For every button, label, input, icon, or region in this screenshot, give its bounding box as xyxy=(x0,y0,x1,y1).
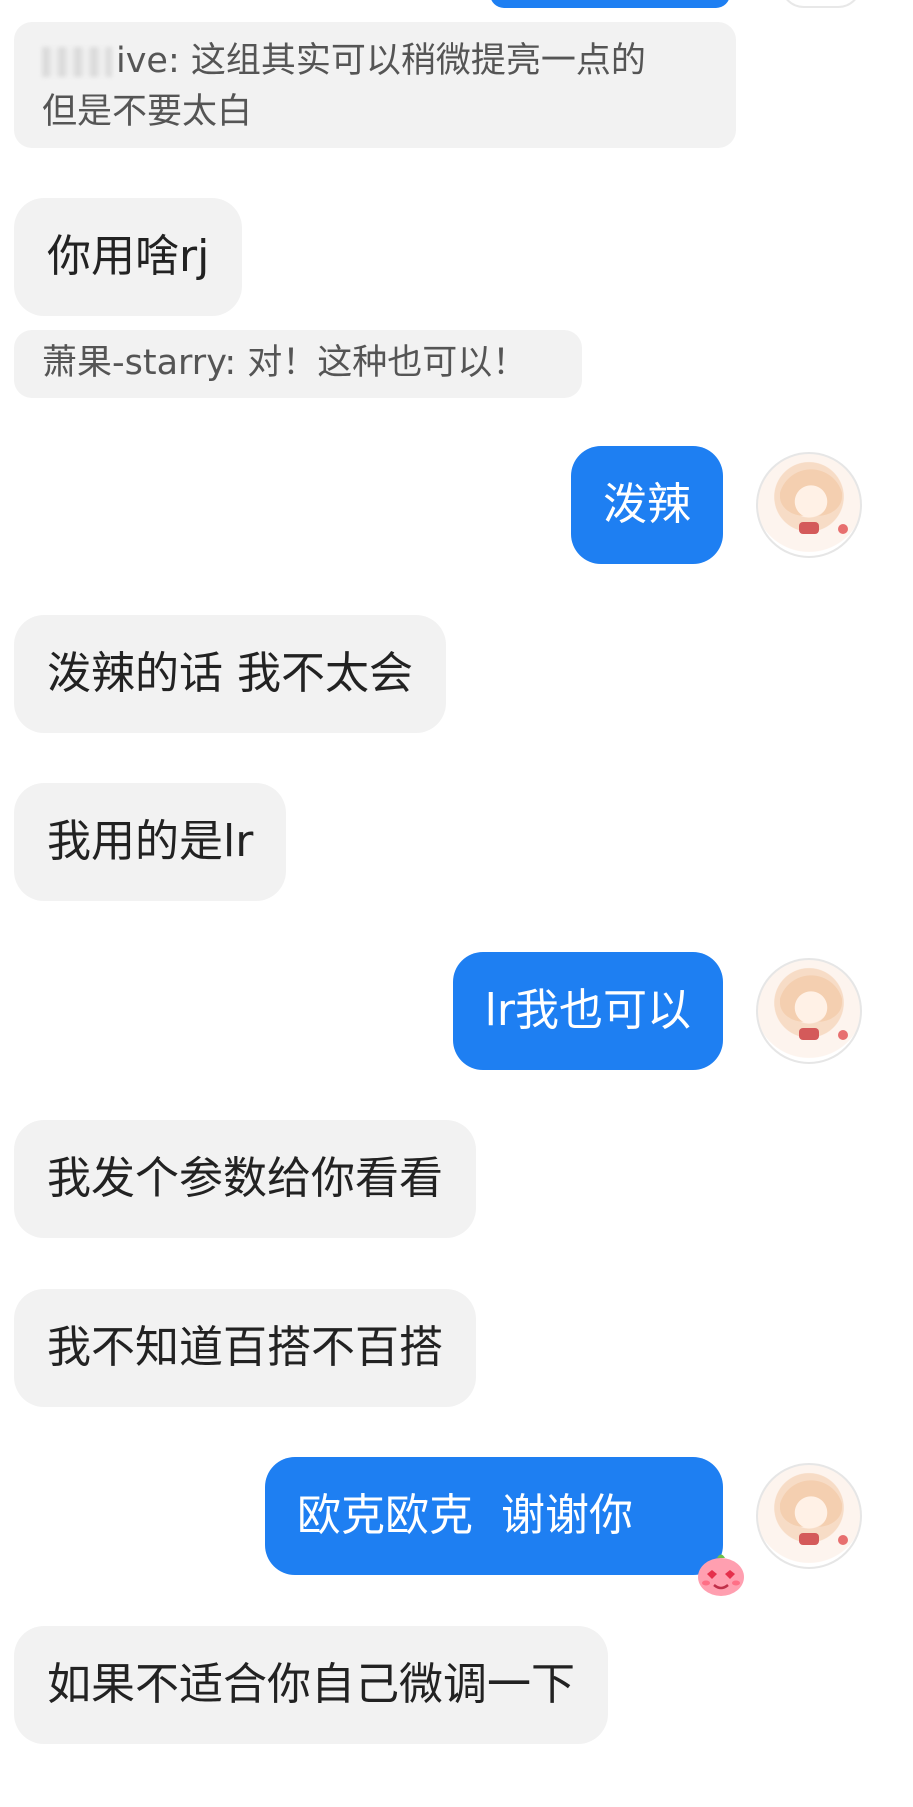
message-text: 泼辣的话 我不太会 xyxy=(47,648,413,700)
incoming-message[interactable]: 你用啥rj xyxy=(14,198,243,316)
incoming-message[interactable]: 如果不适合你自己微调一下 xyxy=(14,1626,608,1744)
user-avatar[interactable] xyxy=(756,452,862,558)
avatar-flower xyxy=(838,1535,848,1545)
avatar-bow xyxy=(799,1028,819,1040)
avatar-hair xyxy=(780,1479,842,1527)
avatar-hair xyxy=(780,468,842,516)
user-avatar[interactable] xyxy=(756,1463,862,1569)
message-text: lr我也可以 xyxy=(484,985,691,1037)
message-text: 你用啥rj xyxy=(47,231,210,283)
message-text: 我不知道百搭不百搭 xyxy=(47,1322,443,1374)
quoted-message[interactable]: 萧果-starry: 对！这种也可以！ xyxy=(14,330,582,398)
message-text: 我用的是lr xyxy=(47,816,254,868)
partial-outgoing-bubble xyxy=(490,0,730,8)
outgoing-message[interactable]: lr我也可以 xyxy=(452,952,723,1070)
message-text: 泼辣 xyxy=(603,479,691,531)
avatar-bow xyxy=(799,1533,819,1545)
avatar-hair xyxy=(780,974,842,1022)
incoming-message[interactable]: 泼辣的话 我不太会 xyxy=(14,615,446,733)
outgoing-message[interactable]: 欧克欧克 谢谢你 xyxy=(265,1457,744,1597)
message-text: 欧克欧克 谢谢你 xyxy=(297,1490,633,1542)
quoted-message-line-1: ive: 这组其实可以稍微提亮一点的 xyxy=(116,41,646,81)
outgoing-message[interactable]: 泼辣 xyxy=(571,446,723,564)
message-text: 如果不适合你自己微调一下 xyxy=(47,1659,575,1711)
avatar-flower xyxy=(838,524,848,534)
message-text: 我发个参数给你看看 xyxy=(47,1153,443,1205)
avatar-bow xyxy=(799,522,819,534)
user-avatar[interactable] xyxy=(756,958,862,1064)
incoming-message[interactable]: 我用的是lr xyxy=(14,783,287,901)
avatar-flower xyxy=(838,1030,848,1040)
redacted-username xyxy=(42,47,112,77)
quoted-message[interactable]: ive: 这组其实可以稍微提亮一点的 但是不要太白 xyxy=(14,22,736,148)
incoming-message[interactable]: 我发个参数给你看看 xyxy=(14,1120,476,1238)
quoted-message-line-2: 但是不要太白 xyxy=(42,91,253,132)
blushing-face-emoji-icon xyxy=(639,1490,744,1597)
quoted-message-text: 萧果-starry: 对！这种也可以！ xyxy=(42,343,528,384)
incoming-message[interactable]: 我不知道百搭不百搭 xyxy=(14,1289,476,1407)
partial-avatar[interactable] xyxy=(780,0,862,8)
